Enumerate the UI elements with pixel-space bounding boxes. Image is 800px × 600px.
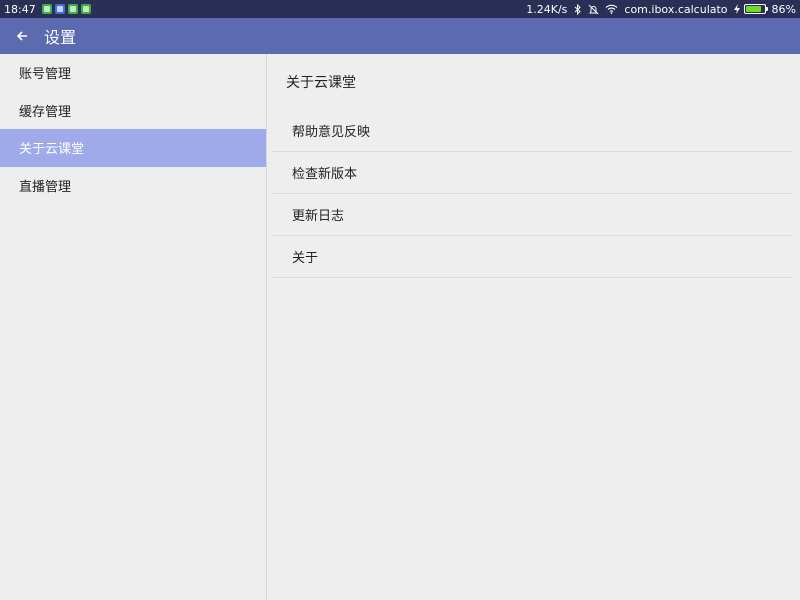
- page-title: 设置: [44, 28, 77, 47]
- alarm-off-icon: [588, 4, 599, 15]
- app-bar: 设置: [0, 18, 800, 54]
- sidenav-item-cache[interactable]: 缓存管理: [0, 92, 266, 130]
- pref-item-about[interactable]: 关于: [272, 236, 792, 278]
- bluetooth-icon: [573, 3, 582, 15]
- notif-app-2-icon: [54, 4, 65, 14]
- pref-item-label: 关于: [292, 251, 319, 266]
- network-speed: 1.24K/s: [526, 2, 568, 16]
- sidenav-item-live[interactable]: 直播管理: [0, 167, 266, 205]
- wifi-icon: [605, 4, 618, 14]
- sidenav-item-label: 账号管理: [19, 67, 72, 83]
- pref-item-feedback[interactable]: 帮助意见反映: [272, 110, 792, 152]
- status-bar-left: 18:47: [4, 3, 94, 16]
- pref-item-label: 检查新版本: [292, 167, 358, 182]
- back-button[interactable]: [0, 18, 44, 54]
- clock: 18:47: [4, 2, 36, 16]
- battery-icon: [743, 4, 768, 14]
- notif-app-3-icon: [67, 4, 78, 14]
- battery-percent: 86%: [771, 2, 796, 16]
- pref-item-label: 更新日志: [292, 209, 345, 224]
- foreground-app-label: com.ibox.calculato: [624, 2, 728, 16]
- pref-item-label: 帮助意见反映: [292, 125, 371, 140]
- notif-app-4-icon: [80, 4, 91, 14]
- pref-item-changelog[interactable]: 更新日志: [272, 194, 792, 236]
- sidenav-item-about-cloud-classroom[interactable]: 关于云课堂: [0, 129, 266, 167]
- sidenav-item-label: 缓存管理: [19, 104, 72, 120]
- arrow-left-icon: [16, 31, 27, 41]
- section-title: 关于云课堂: [286, 75, 356, 91]
- status-bar: 18:47 1.24K/s com.ibox.calculato 86%: [0, 0, 800, 18]
- pref-item-check-update[interactable]: 检查新版本: [272, 152, 792, 194]
- sidenav-item-label: 直播管理: [19, 179, 72, 195]
- sidenav-item-label: 关于云课堂: [19, 142, 85, 158]
- battery-level-fill: [745, 6, 762, 12]
- sidenav-item-account[interactable]: 账号管理: [0, 54, 266, 92]
- settings-sidenav: 账号管理 缓存管理 关于云课堂 直播管理: [0, 54, 267, 600]
- notif-app-1-icon: [41, 4, 52, 14]
- settings-detail-pane: 关于云课堂 帮助意见反映 检查新版本 更新日志 关于: [268, 54, 800, 600]
- preference-list: 帮助意见反映 检查新版本 更新日志 关于: [272, 110, 792, 278]
- charging-icon: [733, 4, 740, 14]
- status-bar-right: 1.24K/s com.ibox.calculato 86%: [520, 3, 796, 16]
